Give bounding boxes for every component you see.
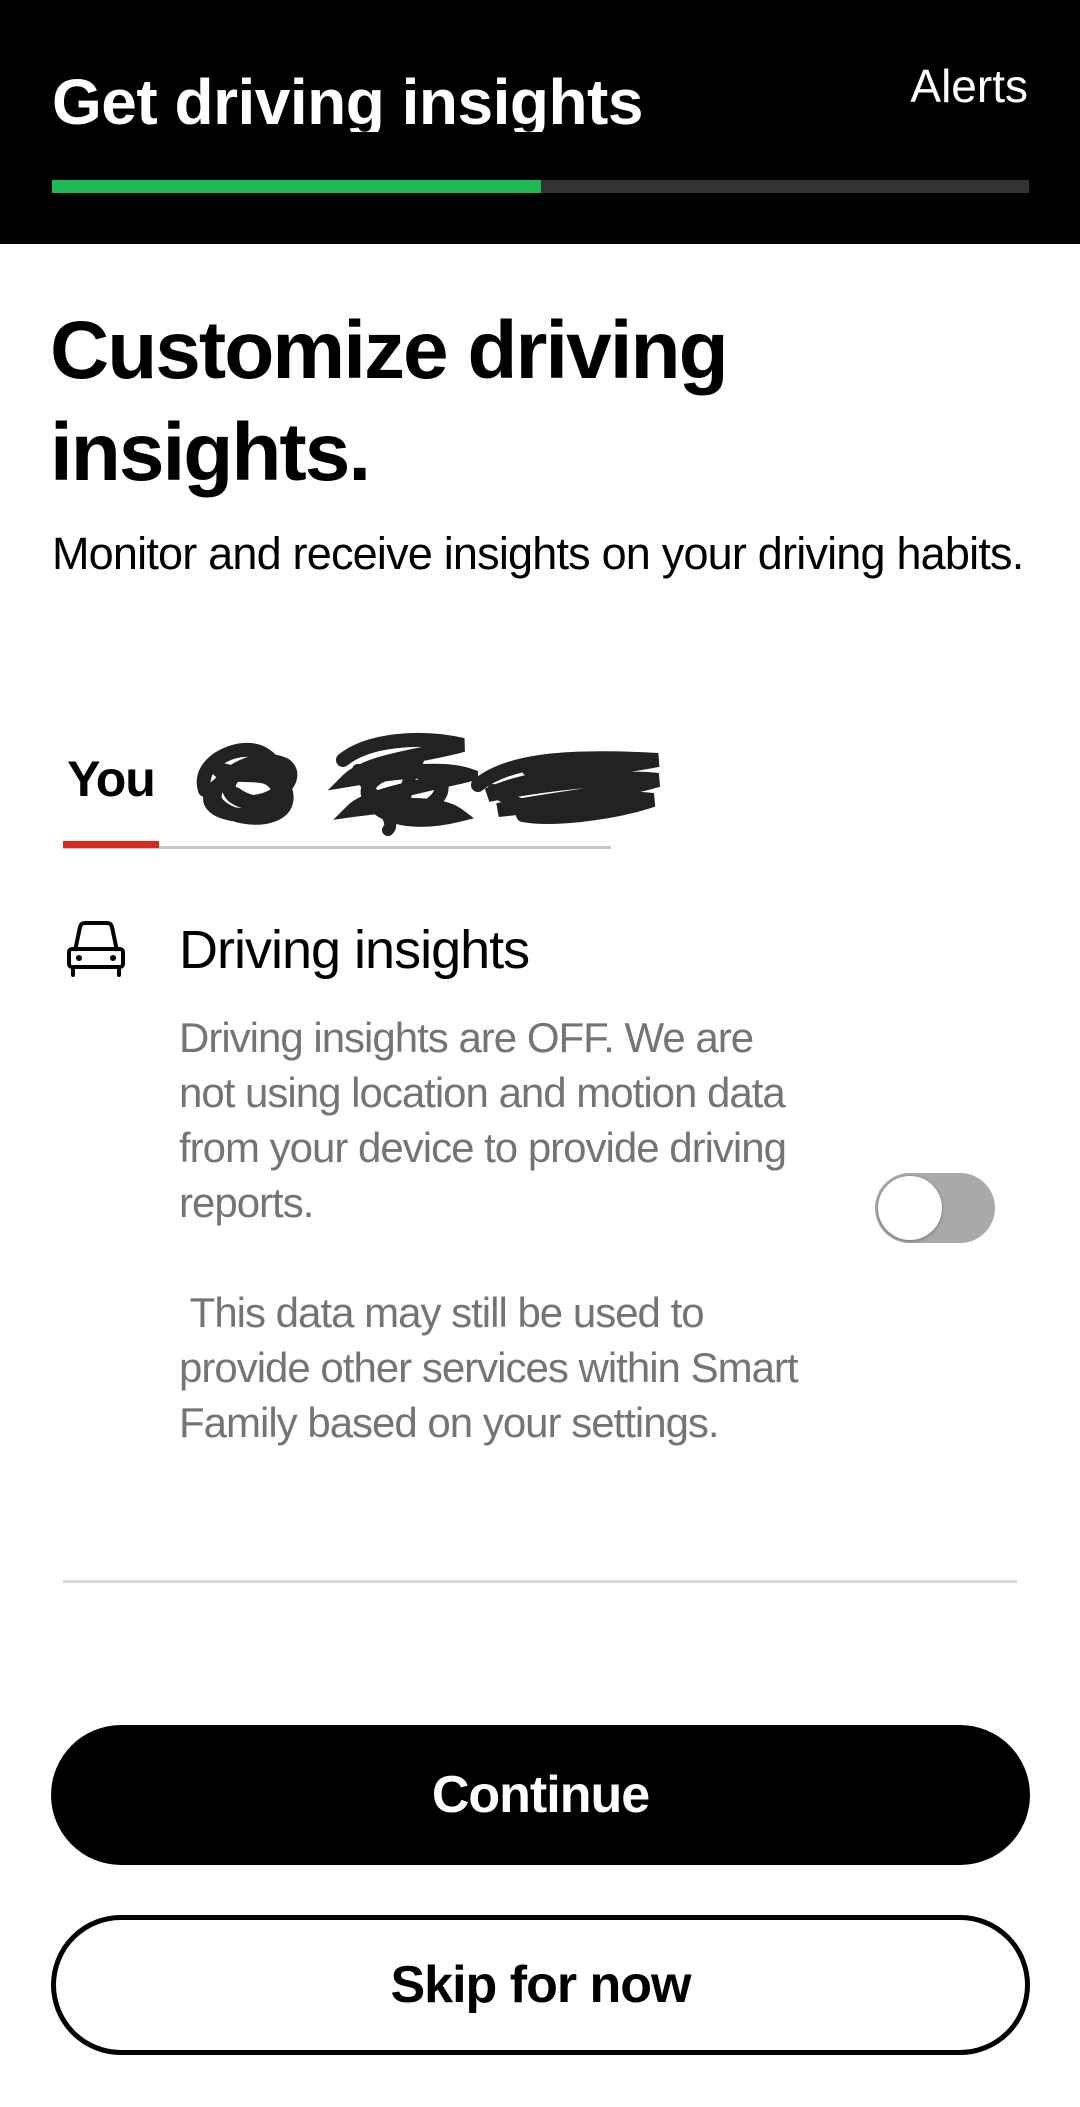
tab-member-redacted[interactable]	[468, 720, 668, 840]
driving-insights-toggle[interactable]	[875, 1173, 995, 1243]
driving-insights-description: Driving insights are OFF. We are not usi…	[179, 1014, 787, 1226]
member-tabs: You	[63, 700, 661, 850]
redaction-scribble	[471, 751, 661, 824]
alerts-link[interactable]: Alerts	[910, 58, 1028, 114]
section-divider	[63, 1580, 1017, 1583]
skip-for-now-button[interactable]: Skip for now	[51, 1915, 1030, 2055]
page-title: Customize driving insights.	[50, 305, 729, 498]
progress-fill	[52, 180, 541, 193]
tab-you[interactable]: You	[63, 750, 159, 808]
header-title: Get driving insights	[52, 66, 643, 132]
active-tab-indicator	[63, 841, 159, 848]
car-icon	[67, 921, 125, 977]
redaction-scribble	[196, 743, 298, 825]
tab-member-redacted[interactable]	[328, 720, 478, 840]
tab-member-redacted[interactable]	[185, 720, 315, 840]
continue-button[interactable]: Continue	[51, 1725, 1030, 1865]
header-bar: Get driving insights Alerts	[0, 0, 1080, 244]
page-subtitle: Monitor and receive insights on your dri…	[52, 528, 1024, 579]
progress-bar	[52, 180, 1029, 193]
driving-insights-note: This data may still be used to provide o…	[179, 1289, 809, 1446]
driving-insights-title: Driving insights	[179, 920, 530, 980]
redaction-scribble	[328, 733, 478, 836]
screen: Get driving insights Alerts Customize dr…	[0, 0, 1080, 2107]
toggle-knob	[878, 1176, 942, 1240]
